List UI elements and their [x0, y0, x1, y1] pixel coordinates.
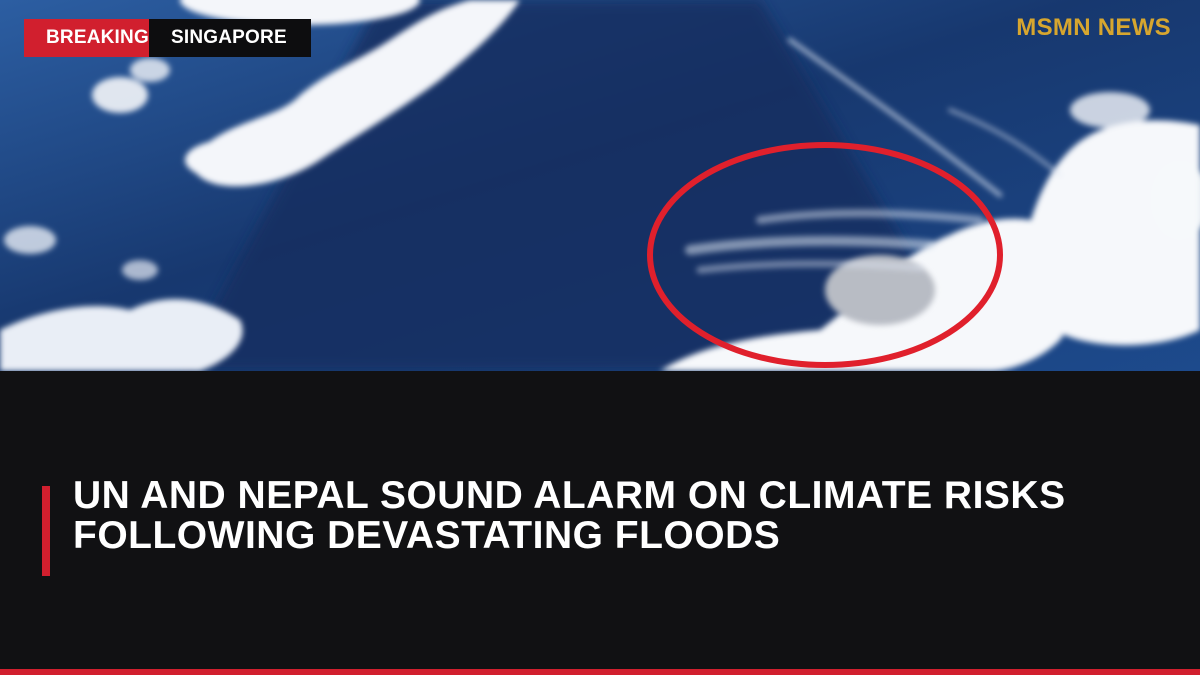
headline-accent-bar	[42, 486, 50, 576]
headline: UN AND NEPAL SOUND ALARM ON CLIMATE RISK…	[73, 474, 1066, 557]
location-badge: SINGAPORE	[149, 19, 311, 57]
bottom-accent-rule	[0, 669, 1200, 675]
headline-panel: UN AND NEPAL SOUND ALARM ON CLIMATE RISK…	[0, 371, 1200, 669]
category-badges: BREAKING SINGAPORE	[24, 19, 311, 57]
breaking-badge: BREAKING	[24, 19, 149, 57]
brand-logo: MSMN NEWS	[1016, 14, 1171, 41]
